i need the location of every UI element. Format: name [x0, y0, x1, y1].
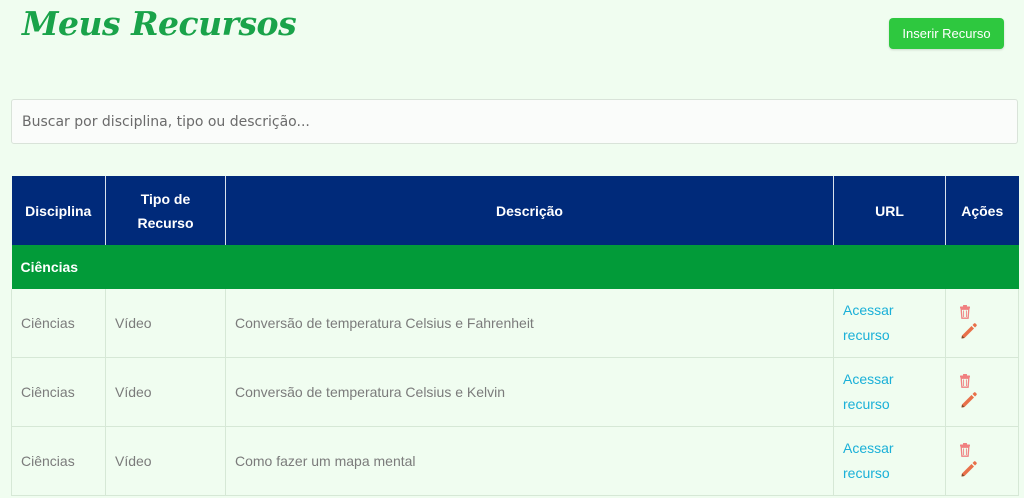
- cell-descricao: Conversão de temperatura Celsius e Fahre…: [225, 289, 834, 358]
- search-input[interactable]: [11, 99, 1018, 144]
- cell-disciplina: Ciências: [11, 289, 106, 358]
- table-row: Ciências Vídeo Como fazer um mapa mental…: [11, 426, 1019, 496]
- trash-icon[interactable]: [959, 305, 971, 319]
- cell-tipo: Vídeo: [105, 426, 226, 496]
- column-header-acoes: Ações: [945, 176, 1019, 245]
- insert-resource-button[interactable]: Inserir Recurso: [889, 18, 1004, 49]
- table-row: Ciências Vídeo Conversão de temperatura …: [11, 289, 1019, 358]
- pencil-icon[interactable]: [959, 460, 978, 479]
- cell-url: Acessar recurso: [833, 426, 946, 496]
- trash-icon[interactable]: [959, 374, 971, 388]
- column-header-url: URL: [833, 176, 946, 245]
- column-header-disciplina: Disciplina: [11, 176, 106, 245]
- cell-url: Acessar recurso: [833, 357, 946, 427]
- pencil-icon[interactable]: [959, 322, 978, 341]
- page-title: Meus Recursos: [22, 4, 297, 43]
- cell-disciplina: Ciências: [11, 426, 106, 496]
- cell-disciplina: Ciências: [11, 357, 106, 427]
- cell-tipo: Vídeo: [105, 289, 226, 358]
- cell-actions: [945, 289, 1019, 358]
- cell-descricao: Como fazer um mapa mental: [225, 426, 834, 496]
- cell-actions: [945, 357, 1019, 427]
- column-header-tipo: Tipo de Recurso: [105, 176, 226, 245]
- cell-tipo: Vídeo: [105, 357, 226, 427]
- group-label: Ciências: [11, 245, 1019, 289]
- cell-url: Acessar recurso: [833, 289, 946, 358]
- group-row: Ciências: [11, 245, 1019, 289]
- table-header-row: Disciplina Tipo de Recurso Descrição URL…: [11, 176, 1019, 245]
- trash-icon[interactable]: [959, 443, 971, 457]
- cell-descricao: Conversão de temperatura Celsius e Kelvi…: [225, 357, 834, 427]
- access-resource-link[interactable]: Acessar recurso: [843, 436, 913, 486]
- cell-actions: [945, 426, 1019, 496]
- table-row: Ciências Vídeo Conversão de temperatura …: [11, 357, 1019, 427]
- pencil-icon[interactable]: [959, 391, 978, 410]
- column-header-descricao: Descrição: [225, 176, 834, 245]
- access-resource-link[interactable]: Acessar recurso: [843, 298, 913, 348]
- access-resource-link[interactable]: Acessar recurso: [843, 367, 913, 417]
- resources-table: Disciplina Tipo de Recurso Descrição URL…: [11, 176, 1019, 496]
